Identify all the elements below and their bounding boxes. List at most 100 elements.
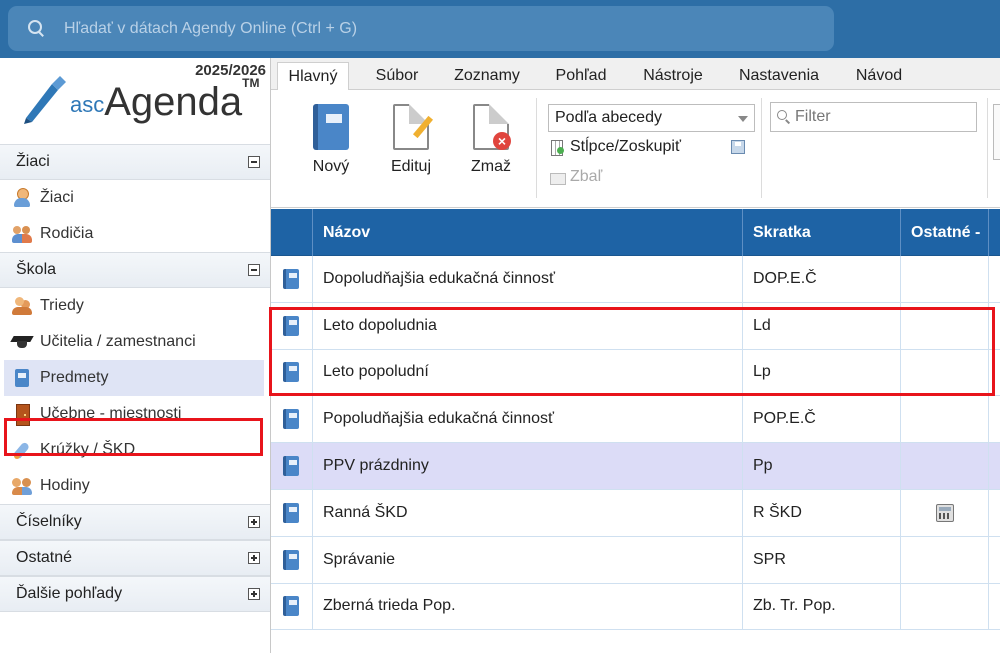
- book-icon: [283, 268, 299, 289]
- search-input[interactable]: [64, 19, 764, 38]
- new-book-icon: [313, 104, 349, 150]
- table-row[interactable]: Ranná ŠKD R ŠKD: [271, 489, 1000, 537]
- delete-x-icon: ×: [493, 132, 511, 150]
- sidebar-item-triedy[interactable]: Triedy: [0, 288, 270, 324]
- global-search[interactable]: [8, 6, 834, 51]
- section-dalsie-pohlady[interactable]: Ďalšie pohľady: [0, 576, 270, 612]
- sidebar-item-label: Učitelia / zamestnanci: [40, 333, 196, 350]
- cell-short: Pp: [743, 443, 901, 489]
- sidebar-item-ziaci[interactable]: Žiaci: [0, 180, 270, 216]
- columns-icon: [550, 139, 564, 156]
- table-row[interactable]: Správanie SPR: [271, 536, 1000, 584]
- tab-zoznamy[interactable]: Zoznamy: [443, 62, 531, 90]
- sidebar: 2025/2026 asc Agenda TM Žiaci Žiaci Rodi…: [0, 58, 271, 653]
- book-icon: [283, 362, 299, 383]
- sidebar-item-kruzky[interactable]: Krúžky / ŠKD: [0, 432, 270, 468]
- sidebar-item-label: Hodiny: [40, 477, 90, 494]
- book-icon: [283, 409, 299, 430]
- save-icon[interactable]: [731, 140, 745, 154]
- parents-icon: [12, 224, 32, 244]
- sidebar-item-label: Triedy: [40, 297, 84, 314]
- logo-name: Agenda: [104, 80, 243, 124]
- collapse-icon[interactable]: [248, 264, 260, 276]
- logo-trademark: TM: [242, 76, 260, 90]
- expand-icon[interactable]: [248, 588, 260, 600]
- edit-button-label: Edituj: [390, 158, 432, 175]
- header-name[interactable]: Názov: [313, 209, 743, 256]
- section-ostatne[interactable]: Ostatné: [0, 540, 270, 576]
- section-label: Číselníky: [16, 513, 82, 530]
- filter-box[interactable]: [770, 102, 977, 132]
- cell-other: [901, 583, 989, 630]
- cell-name: Dopoludňajšia edukačná činnosť: [313, 256, 743, 302]
- tab-navod[interactable]: Návod: [843, 62, 915, 90]
- tab-hlavny[interactable]: Hlavný: [277, 62, 349, 91]
- door-icon: [12, 404, 32, 426]
- table-row[interactable]: Dopoludňajšia edukačná činnosť DOP.E.Č: [271, 256, 1000, 303]
- row-icon-cell: [271, 443, 313, 489]
- ribbon-separator: [761, 98, 762, 198]
- cell-short: Zb. Tr. Pop.: [743, 583, 901, 630]
- sort-select[interactable]: Podľa abecedy: [548, 104, 755, 132]
- ribbon-toolbar: Nový Edituj × Zmaž Podľa abecedy Stĺpce/…: [271, 90, 1000, 208]
- table-row[interactable]: Popoludňajšia edukačná činnosť POP.E.Č: [271, 396, 1000, 444]
- table-row[interactable]: Leto popoludní Lp: [271, 349, 1000, 397]
- header-short[interactable]: Skratka: [743, 209, 901, 256]
- row-icon-cell: [271, 302, 313, 349]
- chevron-down-icon: [738, 116, 748, 122]
- table-row[interactable]: Leto dopoludnia Ld: [271, 302, 1000, 350]
- sort-select-value: Podľa abecedy: [555, 109, 662, 126]
- cell-name: Leto dopoludnia: [313, 302, 743, 349]
- people-icon: [12, 476, 32, 496]
- section-ziaci[interactable]: Žiaci: [0, 144, 270, 180]
- table-row-selected[interactable]: PPV prázdniny Pp: [271, 443, 1000, 490]
- class-icon: [12, 296, 32, 316]
- edit-button[interactable]: Edituj: [376, 104, 446, 176]
- cell-name: Ranná ŠKD: [313, 489, 743, 536]
- expand-icon[interactable]: [248, 552, 260, 564]
- sidebar-item-hodiny[interactable]: Hodiny: [0, 468, 270, 504]
- row-icon-cell: [271, 396, 313, 443]
- logo-area: 2025/2026 asc Agenda TM: [0, 58, 270, 144]
- book-icon: [283, 315, 299, 336]
- header-other[interactable]: Ostatné -: [901, 209, 989, 256]
- section-ciselniky[interactable]: Číselníky: [0, 504, 270, 540]
- expand-icon[interactable]: [248, 516, 260, 528]
- row-icon-cell: [271, 583, 313, 630]
- sidebar-item-label: Predmety: [40, 369, 109, 386]
- cell-other: [901, 256, 989, 302]
- tab-pohlad[interactable]: Pohľad: [541, 62, 621, 90]
- tab-nastroje[interactable]: Nástroje: [631, 62, 715, 90]
- collapse-button[interactable]: Zbaľ: [550, 168, 602, 186]
- sidebar-item-label: Učebne - miestnosti: [40, 405, 182, 422]
- table-row[interactable]: Zberná trieda Pop. Zb. Tr. Pop.: [271, 583, 1000, 631]
- filter-input[interactable]: [795, 108, 975, 126]
- calculator-icon[interactable]: [935, 503, 954, 522]
- tab-subor[interactable]: Súbor: [361, 62, 433, 90]
- ribbon-overflow-control[interactable]: [993, 104, 1000, 160]
- new-button[interactable]: Nový: [296, 104, 366, 176]
- sidebar-item-ucitelia[interactable]: Učitelia / zamestnanci: [0, 324, 270, 360]
- cell-other[interactable]: [901, 489, 989, 536]
- search-icon: [777, 110, 791, 124]
- cell-short: SPR: [743, 536, 901, 583]
- row-icon-cell: [271, 536, 313, 583]
- sidebar-item-predmety[interactable]: Predmety: [4, 360, 264, 396]
- cell-other: [901, 302, 989, 349]
- columns-group-button[interactable]: Stĺpce/Zoskupiť: [550, 138, 681, 156]
- collapse-icon[interactable]: [248, 156, 260, 168]
- cell-other: [901, 349, 989, 396]
- section-skola[interactable]: Škola: [0, 252, 270, 288]
- cell-name: Správanie: [313, 536, 743, 583]
- search-icon: [28, 19, 46, 38]
- delete-document-icon: ×: [473, 104, 511, 150]
- sidebar-item-ucebne[interactable]: Učebne - miestnosti: [0, 396, 270, 432]
- cell-short: DOP.E.Č: [743, 256, 901, 302]
- delete-button[interactable]: × Zmaž: [456, 104, 526, 176]
- tab-nastavenia[interactable]: Nastavenia: [729, 62, 829, 90]
- cell-short: R ŠKD: [743, 489, 901, 536]
- edit-document-icon: [393, 104, 434, 150]
- sidebar-item-rodicia[interactable]: Rodičia: [0, 216, 270, 252]
- book-icon: [283, 549, 299, 570]
- book-icon: [283, 596, 299, 617]
